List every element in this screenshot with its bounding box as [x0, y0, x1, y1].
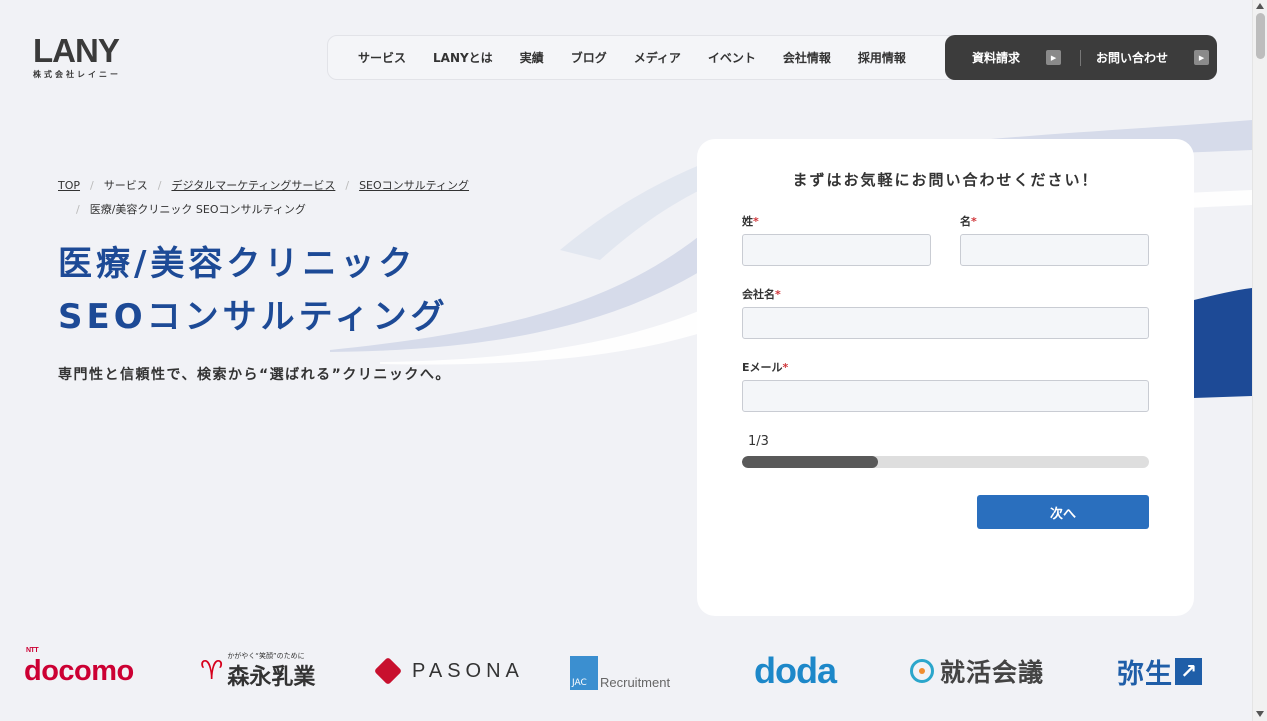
nav-item-service[interactable]: サービス [358, 49, 406, 66]
nav-item-works[interactable]: 実績 [520, 49, 544, 66]
breadcrumb-current: 医療/美容クリニック SEOコンサルティング [89, 203, 306, 216]
morinaga-angel-icon: ♈ [200, 656, 224, 686]
jac-recruitment-logo: JAC Recruitment [570, 650, 670, 696]
play-icon: ▶ [1194, 50, 1210, 65]
email-input[interactable] [742, 380, 1149, 412]
docomo-logo: NTT docomo [24, 647, 134, 694]
progress-bar-fill [742, 456, 878, 468]
required-mark: * [971, 215, 977, 228]
hero-description: 専門性と信頼性で、検索から“選ばれる”クリニックへ。 [58, 367, 451, 383]
pasona-mark-icon [373, 656, 403, 686]
nav-item-event[interactable]: イベント [708, 49, 756, 66]
nav-item-about[interactable]: LANYとは [433, 49, 493, 66]
breadcrumb-service: サービス [103, 179, 148, 192]
contact-button[interactable]: お問い合わせ ▶ [1081, 35, 1210, 80]
email-label-text: Eメール [742, 361, 783, 374]
next-button[interactable]: 次へ [977, 495, 1149, 529]
nav-item-media[interactable]: メディア [634, 49, 681, 66]
breadcrumb-separator: / [76, 203, 80, 216]
docomo-wordmark: NTT docomo [24, 647, 134, 688]
doda-text: doda [754, 650, 837, 691]
breadcrumb-separator: / [157, 179, 162, 192]
last-name-label: 姓* [742, 213, 759, 229]
scroll-thumb[interactable] [1256, 13, 1265, 59]
nav-item-recruit[interactable]: 採用情報 [858, 49, 906, 66]
first-name-input[interactable] [960, 234, 1149, 266]
page-scrollbar[interactable] [1252, 0, 1267, 721]
shukatsu-text: 就活会議 [940, 658, 1045, 687]
request-docs-label: 資料請求 [972, 51, 1021, 65]
pasona-logo: PASONA [373, 648, 524, 694]
logo-text: LANY [33, 32, 120, 69]
title-line-1: 医療/美容クリニック [58, 244, 417, 284]
yayoi-logo: 弥生 ↗ [1117, 648, 1202, 694]
email-label: Eメール* [742, 359, 788, 375]
client-logos: NTT docomo ♈ かがやく“笑顔”のために 森永乳業 PASONA JAC… [0, 647, 1252, 698]
compass-icon [910, 659, 934, 683]
morinaga-logo: ♈ かがやく“笑顔”のために 森永乳業 [200, 648, 315, 694]
docomo-ntt: NTT [26, 646, 39, 654]
nav-cta-group: 資料請求 ▶ お問い合わせ ▶ [945, 35, 1217, 80]
nav-items: サービス LANYとは 実績 ブログ メディア イベント 会社情報 採用情報 [328, 49, 933, 66]
breadcrumb-digital[interactable]: デジタルマーケティングサービス [171, 179, 335, 192]
morinaga-wordmark: かがやく“笑顔”のために 森永乳業 [227, 651, 315, 691]
play-icon: ▶ [1046, 50, 1062, 65]
morinaga-tagline: かがやく“笑顔”のために [227, 652, 305, 660]
breadcrumb-row: / 医療/美容クリニック SEOコンサルティング [58, 198, 528, 222]
jac-mark: JAC [570, 656, 598, 690]
logo-subtitle: 株式会社レイニー [33, 70, 121, 79]
progress-step-text: 1/3 [748, 434, 769, 449]
breadcrumb-seo[interactable]: SEOコンサルティング [359, 179, 469, 192]
nav-item-company[interactable]: 会社情報 [783, 49, 831, 66]
contact-label: お問い合わせ [1096, 51, 1169, 65]
title-line-2: SEOコンサルティング [58, 297, 449, 337]
shukatsu-kaigi-logo: 就活会議 [910, 648, 1044, 694]
first-name-label: 名* [960, 213, 977, 229]
company-logo[interactable]: LANY 株式会社レイニー [33, 34, 121, 80]
main-nav: サービス LANYとは 実績 ブログ メディア イベント 会社情報 採用情報 資… [327, 35, 1217, 80]
progress-bar [742, 456, 1149, 468]
jac-text: Recruitment [600, 674, 671, 690]
contact-form-card: まずはお気軽にお問い合わせください！ 姓* 名* 会社名* Eメール* 1/3 … [697, 139, 1194, 616]
pasona-text: PASONA [412, 659, 524, 682]
yayoi-text: 弥生 [1117, 658, 1173, 690]
last-name-input[interactable] [742, 234, 931, 266]
required-mark: * [775, 288, 781, 301]
breadcrumb: TOP / サービス / デジタルマーケティングサービス / SEOコンサルティング / 医療… [58, 174, 528, 222]
company-label: 会社名* [742, 286, 781, 302]
scroll-up-icon[interactable] [1256, 3, 1264, 9]
request-docs-button[interactable]: 資料請求 ▶ [945, 35, 1080, 80]
docomo-text: docomo [24, 654, 134, 687]
morinaga-text: 森永乳業 [227, 665, 316, 690]
form-heading: まずはお気軽にお問い合わせください！ [792, 171, 1099, 189]
scroll-down-icon[interactable] [1256, 711, 1264, 717]
breadcrumb-top[interactable]: TOP [58, 179, 80, 192]
breadcrumb-separator: / [345, 179, 350, 192]
first-name-label-text: 名 [960, 215, 971, 228]
company-label-text: 会社名 [742, 288, 775, 301]
breadcrumb-separator: / [90, 179, 94, 192]
page-title: 医療/美容クリニック SEOコンサルティング [58, 238, 449, 344]
required-mark: * [782, 361, 789, 374]
nav-item-blog[interactable]: ブログ [571, 49, 607, 66]
company-input[interactable] [742, 307, 1149, 339]
doda-logo: doda [754, 648, 837, 694]
required-mark: * [753, 215, 759, 228]
last-name-label-text: 姓 [742, 215, 753, 228]
breadcrumb-row: TOP / サービス / デジタルマーケティングサービス / SEOコンサルティング [58, 174, 528, 198]
yayoi-arrow-icon: ↗ [1175, 657, 1202, 685]
